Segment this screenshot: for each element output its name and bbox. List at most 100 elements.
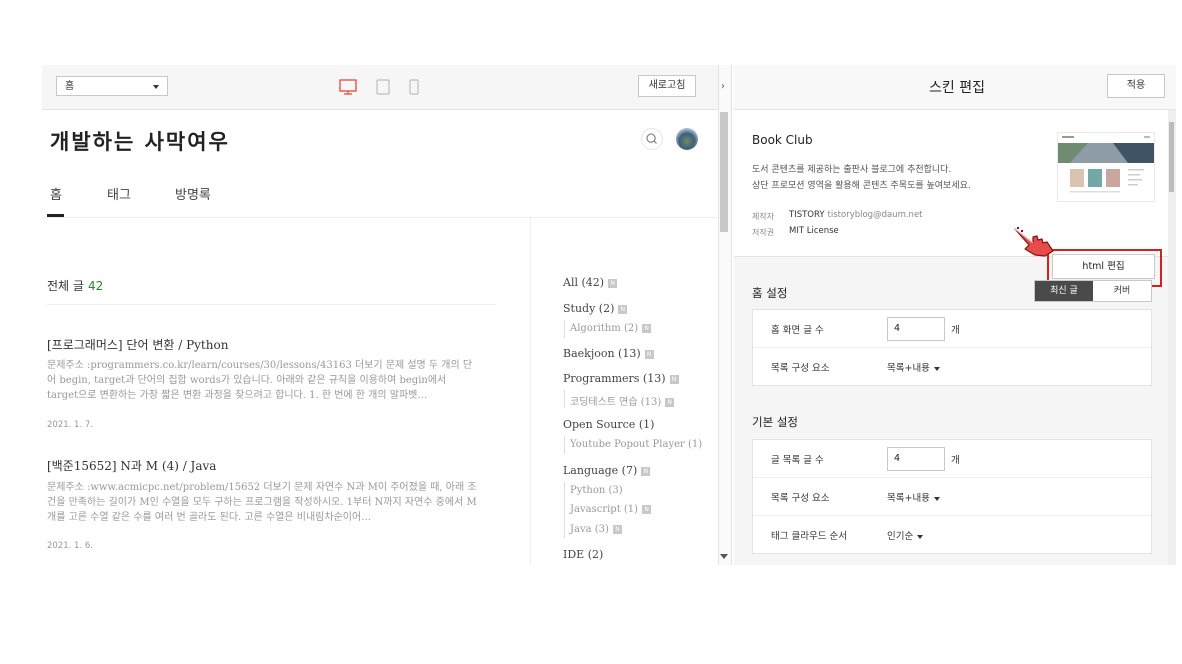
post-excerpt[interactable]: 문제주소 :programmers.co.kr/learn/courses/30… — [47, 358, 477, 403]
subcategory-item[interactable]: Javascript (1) N — [570, 504, 652, 515]
category-label: Javascript (1) — [570, 504, 639, 515]
nav-tab-home[interactable]: 홈 — [50, 184, 62, 203]
new-badge: N — [641, 466, 651, 476]
subcategory-item[interactable]: Python (3) — [570, 485, 623, 496]
home-post-count-label: 홈 화면 글 수 — [771, 325, 824, 336]
editor-scrollbar[interactable] — [1168, 110, 1176, 565]
category-label: Programmers (13) — [563, 372, 666, 385]
subcategory-item[interactable]: 코딩테스트 연습 (13) N — [570, 393, 675, 408]
skin-thumbnail — [1057, 132, 1155, 202]
home-post-count-input[interactable]: 4 — [887, 317, 945, 341]
tag-cloud-order-dropdown[interactable]: 인기순 — [887, 528, 924, 542]
new-badge: N — [642, 505, 652, 514]
chevron-down-icon — [153, 85, 159, 89]
category-item[interactable]: Programmers (13) N — [563, 372, 679, 385]
caret-down-icon — [933, 496, 940, 501]
search-icon[interactable] — [641, 128, 663, 150]
category-label: 코딩테스트 연습 (13) — [570, 397, 662, 408]
skin-editor-window: 홈 새로고침 › 개발하는 사막여우 홈 태그 방명록 전체 글 42 [프로그… — [42, 65, 1176, 565]
list-elements-dropdown[interactable]: 목록+내용 — [887, 490, 940, 504]
category-label: Java (3) — [570, 524, 609, 535]
home-mode-toggle[interactable]: 최신 글 커버 — [1034, 280, 1152, 302]
preview-scrollbar[interactable] — [718, 110, 732, 565]
post-excerpt[interactable]: 문제주소 :www.acmicpc.net/problem/15652 더보기 … — [47, 480, 477, 525]
category-item[interactable]: All (42) N — [563, 276, 618, 289]
mobile-icon[interactable] — [409, 79, 419, 95]
post-date: 2021. 1. 6. — [47, 541, 93, 551]
basic-settings-title: 기본 설정 — [752, 415, 798, 429]
basic-settings-box: 글 목록 글 수 4 개 목록 구성 요소 목록+내용 태그 클라우드 순서 인… — [752, 439, 1152, 554]
skin-info-card: Book Club 도서 콘텐츠를 제공하는 출판사 블로그에 추천합니다. 상… — [734, 110, 1170, 287]
settings-row: 목록 구성 요소 목록+내용 — [753, 348, 1151, 386]
category-item[interactable]: Study (2) N — [563, 302, 628, 315]
skin-name: Book Club — [752, 133, 813, 147]
html-edit-button[interactable]: html 편집 — [1052, 254, 1155, 279]
nav-tab-guestbook[interactable]: 방명록 — [175, 184, 211, 203]
dropdown-value: 인기순 — [887, 531, 914, 542]
subcategory-bar — [564, 390, 565, 408]
scrollbar-thumb[interactable] — [1169, 122, 1174, 192]
chevron-right-icon: › — [721, 81, 725, 92]
new-badge: N — [642, 324, 652, 333]
all-posts-label: 전체 글 — [47, 279, 84, 293]
blog-preview: 개발하는 사막여우 홈 태그 방명록 전체 글 42 [프로그래머스] 단어 변환… — [42, 110, 718, 565]
scroll-down-icon[interactable] — [720, 554, 728, 560]
settings-row: 홈 화면 글 수 4 개 — [753, 310, 1151, 348]
home-list-elements-label: 목록 구성 요소 — [771, 363, 830, 374]
subcategory-item[interactable]: Youtube Popout Player (1) — [570, 439, 702, 450]
nav-tab-tags[interactable]: 태그 — [107, 184, 131, 203]
caret-down-icon — [933, 366, 940, 371]
new-badge: N — [612, 525, 622, 534]
avatar[interactable] — [676, 128, 698, 150]
subcategory-item[interactable]: Java (3) N — [570, 524, 622, 535]
unit-label: 개 — [951, 455, 960, 466]
list-post-count-input[interactable]: 4 — [887, 447, 945, 471]
category-item[interactable]: Baekjoon (13) N — [563, 347, 654, 360]
divider — [47, 304, 496, 305]
skin-description: 도서 콘텐츠를 제공하는 출판사 블로그에 추천합니다. — [752, 165, 952, 175]
list-elements-label: 목록 구성 요소 — [771, 493, 830, 504]
subcategory-item[interactable]: Algorithm (2) N — [570, 323, 652, 334]
settings-row: 목록 구성 요소 목록+내용 — [753, 478, 1151, 516]
subcategory-bar — [564, 482, 565, 538]
category-label: Python (3) — [570, 485, 623, 496]
skin-editor-panel: 스킨 편집 적용 Book Club 도서 콘텐츠를 제공하는 출판사 블로그에… — [734, 65, 1176, 565]
subcategory-bar — [564, 320, 565, 338]
hand-pointer-icon — [1014, 227, 1054, 257]
home-settings-title: 홈 설정 — [752, 286, 788, 300]
category-item[interactable]: Language (7) N — [563, 464, 651, 477]
skin-thumbnail-image — [1058, 133, 1154, 201]
home-settings-box: 홈 화면 글 수 4 개 목록 구성 요소 목록+내용 — [752, 309, 1152, 386]
list-post-count-label: 글 목록 글 수 — [771, 455, 824, 466]
refresh-button[interactable]: 새로고침 — [638, 75, 696, 97]
category-item[interactable]: IDE (2) — [563, 548, 603, 561]
license-label: 저작권 — [752, 228, 775, 237]
category-label: Youtube Popout Player (1) — [570, 439, 703, 450]
home-list-elements-dropdown[interactable]: 목록+내용 — [887, 360, 940, 374]
dropdown-value: 목록+내용 — [887, 493, 930, 504]
caret-down-icon — [917, 534, 924, 539]
category-label: Baekjoon (13) — [563, 347, 641, 360]
new-badge: N — [608, 278, 618, 288]
category-label: Language (7) — [563, 464, 638, 477]
category-label: Open Source (1) — [563, 418, 655, 431]
cover-option[interactable]: 커버 — [1093, 281, 1151, 301]
category-item[interactable]: Open Source (1) — [563, 418, 654, 431]
settings-row: 글 목록 글 수 4 개 — [753, 440, 1151, 478]
page-select[interactable]: 홈 — [56, 76, 168, 96]
post-title[interactable]: [프로그래머스] 단어 변환 / Python — [47, 336, 228, 353]
tablet-icon[interactable] — [376, 79, 390, 95]
scrollbar-thumb[interactable] — [720, 112, 728, 232]
post-title[interactable]: [백준15652] N과 M (4) / Java — [47, 457, 216, 474]
all-posts-count: 42 — [87, 279, 104, 293]
new-badge: N — [644, 349, 654, 359]
page-select-value: 홈 — [65, 81, 75, 92]
blog-title[interactable]: 개발하는 사막여우 — [50, 126, 230, 156]
subcategory-bar — [564, 436, 565, 454]
category-label: IDE (2) — [563, 548, 604, 561]
apply-button[interactable]: 적용 — [1107, 74, 1165, 98]
latest-posts-option[interactable]: 최신 글 — [1035, 281, 1093, 301]
divider — [530, 218, 531, 565]
desktop-icon[interactable] — [339, 79, 357, 95]
maker-email: tistoryblog@daum.net — [827, 210, 923, 220]
